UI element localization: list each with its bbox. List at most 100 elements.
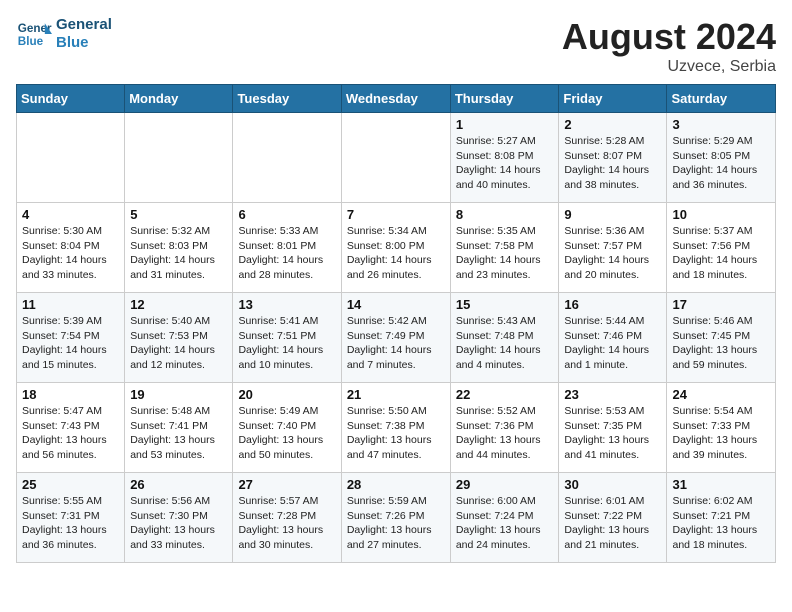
day-number: 20: [238, 387, 335, 402]
day-info: Sunrise: 5:59 AM Sunset: 7:26 PM Dayligh…: [347, 494, 445, 553]
calendar-day-cell: 13Sunrise: 5:41 AM Sunset: 7:51 PM Dayli…: [233, 293, 341, 383]
day-info: Sunrise: 5:44 AM Sunset: 7:46 PM Dayligh…: [564, 314, 661, 373]
calendar-day-cell: 14Sunrise: 5:42 AM Sunset: 7:49 PM Dayli…: [341, 293, 450, 383]
logo-general: General: [56, 16, 112, 34]
day-info: Sunrise: 5:47 AM Sunset: 7:43 PM Dayligh…: [22, 404, 119, 463]
day-info: Sunrise: 5:37 AM Sunset: 7:56 PM Dayligh…: [672, 224, 770, 283]
day-info: Sunrise: 5:56 AM Sunset: 7:30 PM Dayligh…: [130, 494, 227, 553]
day-number: 16: [564, 297, 661, 312]
weekday-header: Thursday: [450, 85, 559, 113]
weekday-header-row: SundayMondayTuesdayWednesdayThursdayFrid…: [17, 85, 776, 113]
day-number: 10: [672, 207, 770, 222]
day-info: Sunrise: 5:29 AM Sunset: 8:05 PM Dayligh…: [672, 134, 770, 193]
day-number: 19: [130, 387, 227, 402]
calendar-week-row: 4 Sunrise: 5:30 AM Sunset: 8:04 PM Daylig…: [17, 203, 776, 293]
day-number: 4: [22, 207, 119, 222]
calendar-day-cell: 15 Sunrise: 5:43 AM Sunset: 7:48 PM Dayli…: [450, 293, 559, 383]
calendar-day-cell: 4 Sunrise: 5:30 AM Sunset: 8:04 PM Daylig…: [17, 203, 125, 293]
weekday-header: Saturday: [667, 85, 776, 113]
calendar-day-cell: 29 Sunrise: 6:00 AM Sunset: 7:24 PM Dayli…: [450, 473, 559, 563]
day-number: 30: [564, 477, 661, 492]
calendar-day-cell: 28 Sunrise: 5:59 AM Sunset: 7:26 PM Dayli…: [341, 473, 450, 563]
day-info: Sunrise: 5:30 AM Sunset: 8:04 PM Dayligh…: [22, 224, 119, 283]
day-info: Sunrise: 6:01 AM Sunset: 7:22 PM Dayligh…: [564, 494, 661, 553]
day-info: Sunrise: 5:43 AM Sunset: 7:48 PM Dayligh…: [456, 314, 554, 373]
calendar-day-cell: 25 Sunrise: 5:55 AM Sunset: 7:31 PM Dayli…: [17, 473, 125, 563]
calendar-day-cell: 5 Sunrise: 5:32 AM Sunset: 8:03 PM Daylig…: [125, 203, 233, 293]
day-number: 6: [238, 207, 335, 222]
calendar-day-cell: 23 Sunrise: 5:53 AM Sunset: 7:35 PM Dayli…: [559, 383, 667, 473]
svg-text:Blue: Blue: [18, 35, 44, 48]
day-info: Sunrise: 5:46 AM Sunset: 7:45 PM Dayligh…: [672, 314, 770, 373]
calendar-week-row: 1 Sunrise: 5:27 AM Sunset: 8:08 PM Daylig…: [17, 113, 776, 203]
calendar-day-cell: 1 Sunrise: 5:27 AM Sunset: 8:08 PM Daylig…: [450, 113, 559, 203]
calendar-day-cell: 30 Sunrise: 6:01 AM Sunset: 7:22 PM Dayli…: [559, 473, 667, 563]
day-number: 23: [564, 387, 661, 402]
calendar-day-cell: 21 Sunrise: 5:50 AM Sunset: 7:38 PM Dayli…: [341, 383, 450, 473]
calendar-day-cell: [17, 113, 125, 203]
day-info: Sunrise: 5:40 AM Sunset: 7:53 PM Dayligh…: [130, 314, 227, 373]
calendar-day-cell: 6Sunrise: 5:33 AM Sunset: 8:01 PM Daylig…: [233, 203, 341, 293]
calendar-day-cell: 7 Sunrise: 5:34 AM Sunset: 8:00 PM Daylig…: [341, 203, 450, 293]
day-info: Sunrise: 5:53 AM Sunset: 7:35 PM Dayligh…: [564, 404, 661, 463]
day-number: 18: [22, 387, 119, 402]
weekday-header: Monday: [125, 85, 233, 113]
calendar-day-cell: 2 Sunrise: 5:28 AM Sunset: 8:07 PM Daylig…: [559, 113, 667, 203]
logo-icon: General Blue: [16, 16, 52, 52]
calendar-day-cell: 11Sunrise: 5:39 AM Sunset: 7:54 PM Dayli…: [17, 293, 125, 383]
calendar-day-cell: 8 Sunrise: 5:35 AM Sunset: 7:58 PM Daylig…: [450, 203, 559, 293]
calendar-day-cell: 20Sunrise: 5:49 AM Sunset: 7:40 PM Dayli…: [233, 383, 341, 473]
day-number: 5: [130, 207, 227, 222]
page-header: General Blue General Blue August 2024 Uz…: [16, 16, 776, 76]
day-number: 25: [22, 477, 119, 492]
calendar-day-cell: 10 Sunrise: 5:37 AM Sunset: 7:56 PM Dayli…: [667, 203, 776, 293]
day-info: Sunrise: 6:02 AM Sunset: 7:21 PM Dayligh…: [672, 494, 770, 553]
logo: General Blue General Blue: [16, 16, 112, 52]
day-info: Sunrise: 5:50 AM Sunset: 7:38 PM Dayligh…: [347, 404, 445, 463]
calendar-day-cell: [341, 113, 450, 203]
calendar-day-cell: 24Sunrise: 5:54 AM Sunset: 7:33 PM Dayli…: [667, 383, 776, 473]
day-number: 31: [672, 477, 770, 492]
calendar-day-cell: 19Sunrise: 5:48 AM Sunset: 7:41 PM Dayli…: [125, 383, 233, 473]
day-info: Sunrise: 5:41 AM Sunset: 7:51 PM Dayligh…: [238, 314, 335, 373]
day-number: 26: [130, 477, 227, 492]
calendar-day-cell: 22 Sunrise: 5:52 AM Sunset: 7:36 PM Dayli…: [450, 383, 559, 473]
day-info: Sunrise: 5:52 AM Sunset: 7:36 PM Dayligh…: [456, 404, 554, 463]
day-number: 22: [456, 387, 554, 402]
day-number: 7: [347, 207, 445, 222]
calendar-day-cell: [233, 113, 341, 203]
day-info: Sunrise: 5:36 AM Sunset: 7:57 PM Dayligh…: [564, 224, 661, 283]
day-info: Sunrise: 6:00 AM Sunset: 7:24 PM Dayligh…: [456, 494, 554, 553]
calendar-day-cell: 18 Sunrise: 5:47 AM Sunset: 7:43 PM Dayli…: [17, 383, 125, 473]
calendar-day-cell: 17 Sunrise: 5:46 AM Sunset: 7:45 PM Dayli…: [667, 293, 776, 383]
day-info: Sunrise: 5:32 AM Sunset: 8:03 PM Dayligh…: [130, 224, 227, 283]
month-year-title: August 2024: [562, 16, 776, 58]
logo-blue: Blue: [56, 34, 112, 52]
calendar-day-cell: 27Sunrise: 5:57 AM Sunset: 7:28 PM Dayli…: [233, 473, 341, 563]
calendar-week-row: 25 Sunrise: 5:55 AM Sunset: 7:31 PM Dayli…: [17, 473, 776, 563]
weekday-header: Sunday: [17, 85, 125, 113]
calendar-table: SundayMondayTuesdayWednesdayThursdayFrid…: [16, 84, 776, 563]
day-info: Sunrise: 5:39 AM Sunset: 7:54 PM Dayligh…: [22, 314, 119, 373]
weekday-header: Friday: [559, 85, 667, 113]
day-number: 17: [672, 297, 770, 312]
day-info: Sunrise: 5:55 AM Sunset: 7:31 PM Dayligh…: [22, 494, 119, 553]
day-number: 29: [456, 477, 554, 492]
day-info: Sunrise: 5:34 AM Sunset: 8:00 PM Dayligh…: [347, 224, 445, 283]
day-number: 21: [347, 387, 445, 402]
day-number: 1: [456, 117, 554, 132]
weekday-header: Tuesday: [233, 85, 341, 113]
calendar-day-cell: 12 Sunrise: 5:40 AM Sunset: 7:53 PM Dayli…: [125, 293, 233, 383]
day-info: Sunrise: 5:28 AM Sunset: 8:07 PM Dayligh…: [564, 134, 661, 193]
calendar-day-cell: [125, 113, 233, 203]
day-number: 28: [347, 477, 445, 492]
day-number: 12: [130, 297, 227, 312]
title-block: August 2024 Uzvece, Serbia: [562, 16, 776, 76]
day-number: 15: [456, 297, 554, 312]
day-info: Sunrise: 5:57 AM Sunset: 7:28 PM Dayligh…: [238, 494, 335, 553]
day-number: 8: [456, 207, 554, 222]
day-number: 2: [564, 117, 661, 132]
day-number: 14: [347, 297, 445, 312]
day-info: Sunrise: 5:27 AM Sunset: 8:08 PM Dayligh…: [456, 134, 554, 193]
day-info: Sunrise: 5:35 AM Sunset: 7:58 PM Dayligh…: [456, 224, 554, 283]
